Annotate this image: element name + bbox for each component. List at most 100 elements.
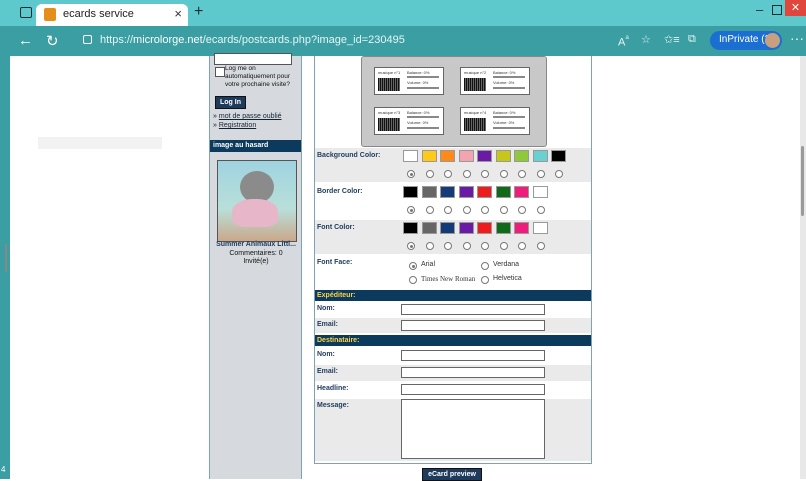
site-favicon-icon	[44, 8, 56, 21]
color-swatch	[532, 186, 548, 198]
recipient-email-input[interactable]	[401, 367, 545, 378]
random-image-header: image au hasard	[210, 140, 301, 152]
message-textarea[interactable]	[401, 399, 545, 459]
color-swatch	[403, 186, 418, 198]
color-radio[interactable]	[481, 206, 489, 214]
maximize-icon[interactable]	[772, 5, 782, 15]
ecard-preview-button[interactable]: eCard preview	[422, 468, 482, 481]
color-swatch	[477, 150, 492, 162]
color-radio[interactable]	[462, 206, 471, 214]
browser-tab[interactable]: ecards service ×	[36, 4, 188, 26]
color-swatch	[495, 186, 511, 198]
color-swatch	[403, 150, 418, 162]
lock-icon[interactable]	[83, 35, 92, 44]
close-window-icon[interactable]: ✕	[785, 0, 806, 16]
sender-email-row: Email:	[315, 318, 591, 333]
color-swatch	[458, 222, 474, 234]
color-swatch	[514, 186, 529, 198]
color-radio[interactable]	[407, 170, 415, 178]
color-radio[interactable]	[462, 242, 471, 250]
page-scrollbar[interactable]	[800, 56, 806, 479]
color-radio[interactable]	[444, 206, 452, 214]
font-radio-helvetica[interactable]	[481, 276, 489, 284]
browser-titlebar: ecards service × + – ✕	[0, 0, 806, 26]
color-radio[interactable]	[518, 242, 526, 250]
color-radio[interactable]	[425, 242, 434, 250]
color-radio[interactable]	[518, 170, 526, 178]
image-comments: Commentaires: 0	[229, 250, 283, 257]
left-frame: 4	[0, 56, 10, 479]
recipient-email-row: Email:	[315, 365, 591, 381]
minimize-icon[interactable]: –	[756, 2, 763, 17]
color-swatch	[403, 222, 418, 234]
sender-name-input[interactable]	[401, 304, 545, 315]
new-tab-icon[interactable]: +	[194, 3, 203, 21]
password-input[interactable]	[214, 53, 292, 65]
ecard-form: musique n°1 Balance: 0% Volume: 0% musique…	[314, 56, 592, 464]
collections-icon[interactable]: ⧉	[688, 33, 696, 46]
color-swatch	[551, 150, 566, 162]
back-icon[interactable]: ←	[18, 32, 33, 49]
recipient-header: Destinataire:	[315, 335, 591, 346]
url-field[interactable]: https://microlorge.net/ecards/postcards.…	[100, 34, 405, 46]
sender-name-row: Nom:	[315, 302, 591, 317]
left-sidebar: Log me on automatiquement pour votre pro…	[209, 53, 302, 479]
font-radio-verdana[interactable]	[481, 262, 489, 270]
color-radio[interactable]	[536, 206, 545, 214]
remember-label: Log me on automatiquement pour votre pro…	[225, 65, 291, 88]
remember-checkbox[interactable]	[215, 67, 225, 77]
color-radio[interactable]	[425, 206, 434, 214]
card-preview-image: musique n°1 Balance: 0% Volume: 0% musique…	[361, 56, 547, 147]
font-option-verdana[interactable]: Verdana	[481, 261, 519, 270]
color-swatch	[421, 222, 437, 234]
color-radio[interactable]	[462, 170, 471, 178]
favorite-icon[interactable]: ☆	[641, 33, 651, 46]
color-radio[interactable]	[536, 242, 545, 250]
color-radio[interactable]	[499, 242, 508, 250]
color-swatch	[532, 150, 548, 162]
color-swatch	[458, 150, 474, 162]
color-swatch	[421, 150, 437, 162]
color-radio[interactable]	[481, 242, 489, 250]
color-radio[interactable]	[499, 206, 508, 214]
read-aloud-icon[interactable]: Aᵃ	[618, 33, 629, 49]
font-radio-arial[interactable]	[409, 262, 417, 270]
address-bar: ← ↻ https://microlorge.net/ecards/postca…	[0, 26, 806, 56]
font-option-arial[interactable]: Arial	[409, 261, 435, 270]
color-swatch	[458, 186, 474, 198]
forgot-password-link[interactable]: » mot de passe oublié	[213, 113, 282, 120]
more-icon[interactable]: ···	[790, 30, 804, 46]
color-swatch	[440, 222, 455, 234]
color-radio[interactable]	[481, 170, 489, 178]
color-radio[interactable]	[536, 170, 545, 178]
color-radio[interactable]	[555, 170, 563, 178]
inprivate-button[interactable]: InPrivate (2)	[710, 31, 782, 50]
headline-input[interactable]	[401, 384, 545, 395]
color-radio[interactable]	[425, 170, 434, 178]
font-radio-times[interactable]	[409, 276, 417, 284]
recipient-name-input[interactable]	[401, 350, 545, 361]
tab-close-icon[interactable]: ×	[174, 6, 182, 21]
color-swatch	[495, 222, 511, 234]
refresh-icon[interactable]: ↻	[46, 32, 59, 50]
color-radio[interactable]	[518, 206, 526, 214]
image-title-link[interactable]: Summer Animaux Littl...	[212, 241, 300, 248]
background-color-row: Background Color:	[315, 148, 591, 182]
sender-email-input[interactable]	[401, 320, 545, 331]
registration-link[interactable]: » Registration	[213, 122, 256, 129]
favorites-icon[interactable]: ✩≡	[664, 33, 680, 46]
color-radio[interactable]	[444, 242, 452, 250]
color-radio[interactable]	[407, 206, 415, 214]
color-radio[interactable]	[444, 170, 452, 178]
font-option-helvetica[interactable]: Helvetica	[481, 275, 522, 284]
message-row: Message:	[315, 399, 591, 461]
color-swatch	[477, 222, 492, 234]
login-button[interactable]: Log In	[215, 96, 246, 109]
random-image-thumbnail[interactable]	[217, 160, 297, 242]
color-radio[interactable]	[499, 170, 508, 178]
color-swatch	[514, 150, 529, 162]
font-option-times[interactable]: Times New Roman	[409, 275, 475, 284]
color-radio[interactable]	[407, 242, 415, 250]
tab-actions-icon[interactable]	[20, 7, 32, 18]
headline-row: Headline:	[315, 382, 591, 398]
